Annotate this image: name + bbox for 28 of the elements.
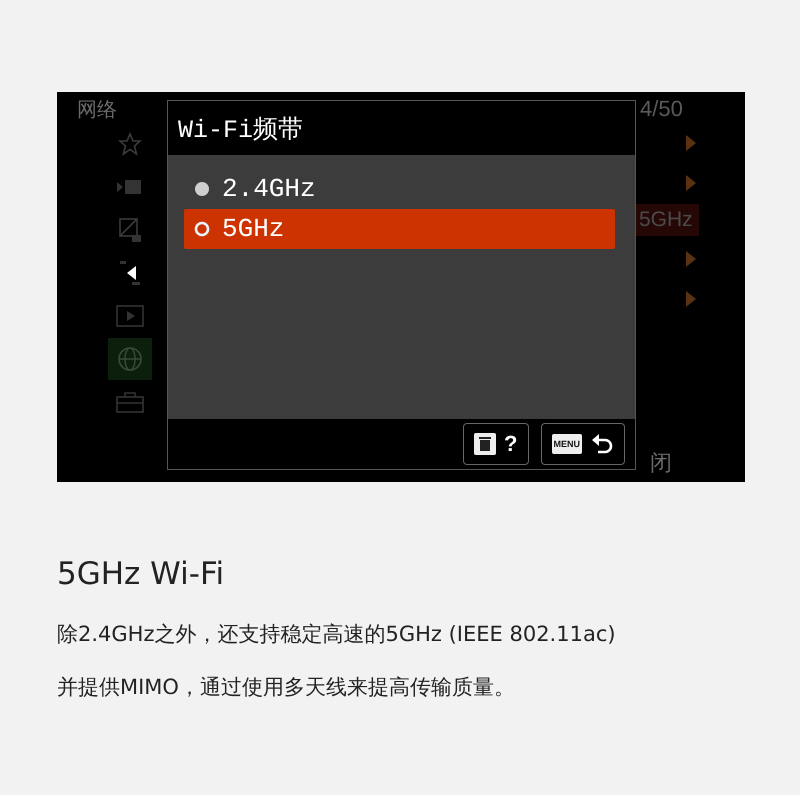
arrow-right-icon xyxy=(684,250,696,268)
radio-icon xyxy=(194,181,210,197)
movie-icon xyxy=(117,178,143,196)
description-line: 除2.4GHz之外，还支持稳定高速的5GHz (IEEE 802.11ac) xyxy=(57,621,617,648)
heading: 5GHz Wi-Fi xyxy=(57,555,226,594)
arrow-right-icon xyxy=(684,290,696,308)
menu-key-label: MENU xyxy=(552,434,582,454)
help-label: ? xyxy=(504,431,518,457)
toolbox-icon xyxy=(115,390,145,414)
current-value: 5GHz xyxy=(636,204,699,236)
arrow-right-icon xyxy=(684,174,696,192)
option-item[interactable]: 5GHz xyxy=(184,209,615,249)
globe-icon xyxy=(116,344,144,372)
key-button[interactable]: MENU xyxy=(540,423,625,465)
close-label: 闭 xyxy=(650,450,672,478)
option-item[interactable]: 2.4GHz xyxy=(184,169,615,209)
play-icon xyxy=(116,304,144,326)
radio-icon xyxy=(194,221,210,237)
return-arrow-icon xyxy=(590,432,614,456)
trash-icon xyxy=(474,433,496,455)
star-icon xyxy=(118,132,142,156)
page-counter: 4/50 xyxy=(640,96,683,122)
exposure-icon xyxy=(118,216,142,242)
section-title: 网络 xyxy=(77,96,117,122)
key-button[interactable]: ? xyxy=(463,423,528,465)
arrow-right-icon xyxy=(684,134,696,152)
dialog-title: Wi-Fi频带 xyxy=(178,114,304,144)
description-line: 并提供MIMO，通过使用多天线来提高传输质量。 xyxy=(57,674,516,701)
